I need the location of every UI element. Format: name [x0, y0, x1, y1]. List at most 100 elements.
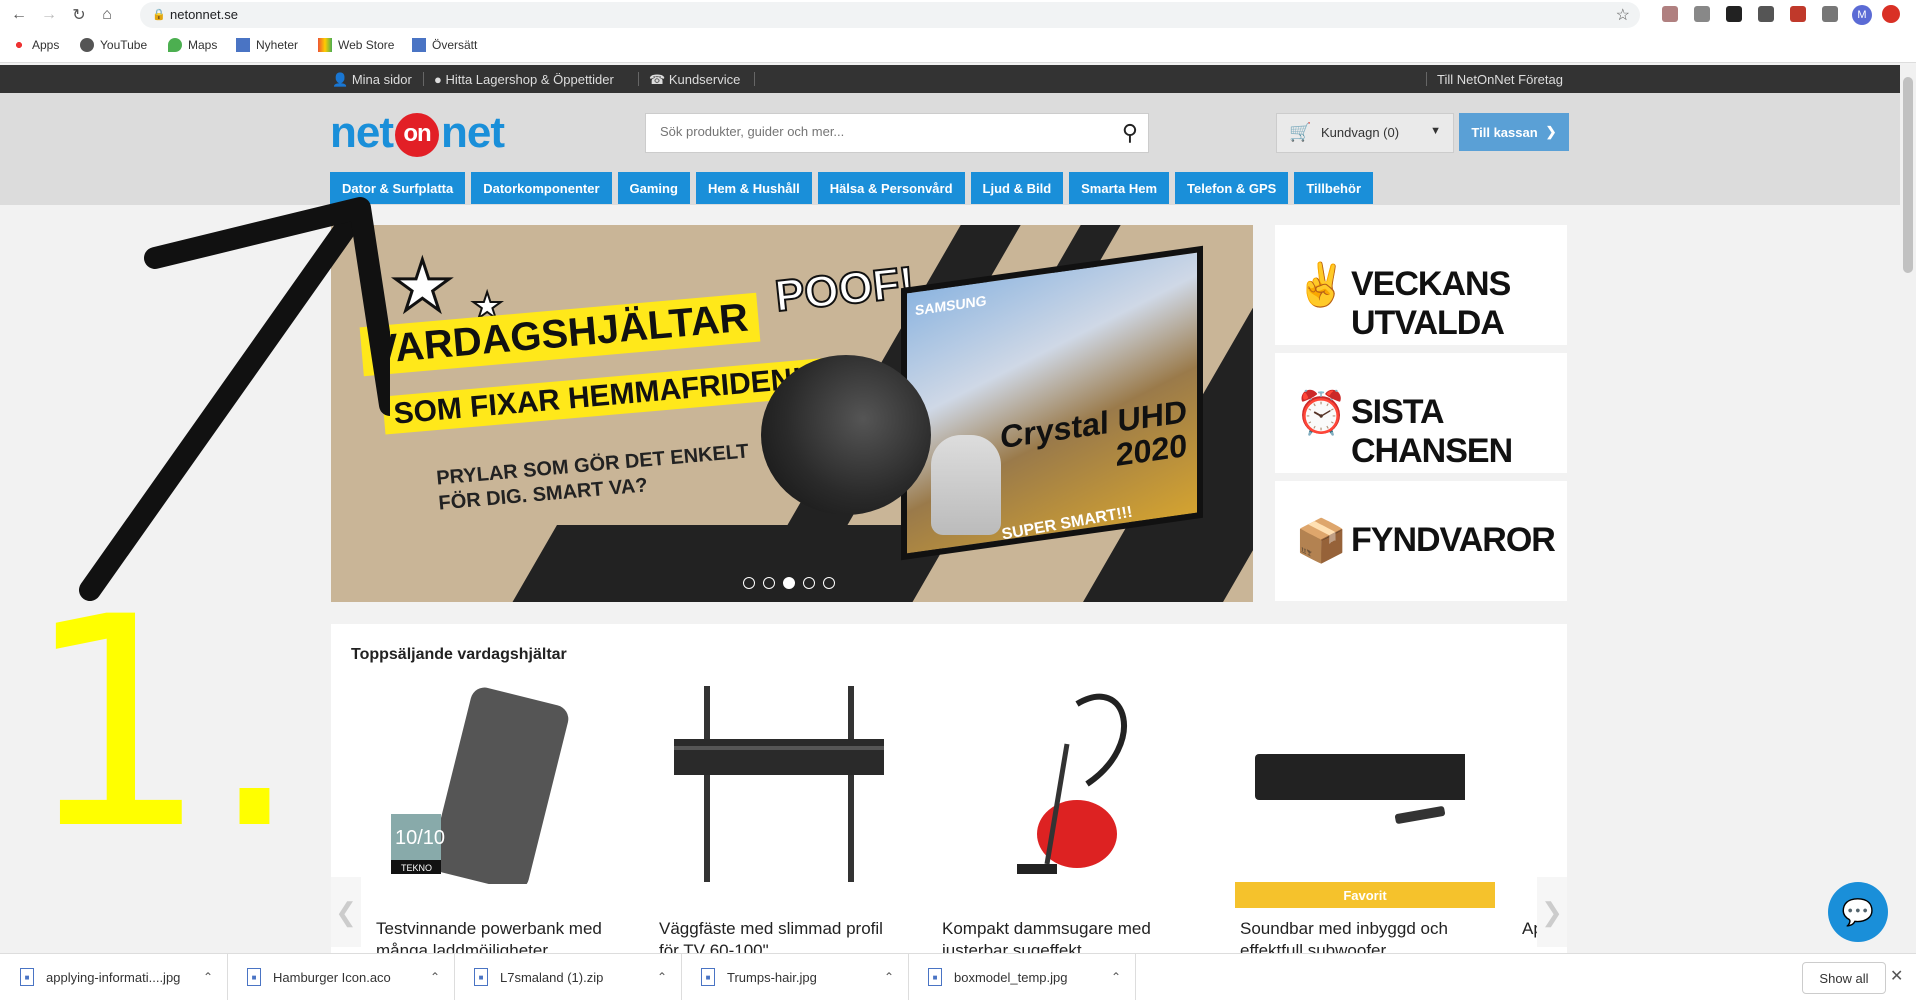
category-telefon-gps[interactable]: Telefon & GPS — [1175, 172, 1289, 204]
file-icon: ■ — [247, 968, 261, 986]
file-icon: ■ — [20, 968, 34, 986]
download-item[interactable]: ■ Trumps-hair.jpg ⌃ — [681, 954, 909, 1000]
alarm-clock-icon: ⏰ — [1295, 389, 1348, 436]
netonnet-logo[interactable]: net on net — [330, 108, 505, 158]
favorit-badge: Favorit — [1235, 882, 1495, 908]
site-topbar: 👤 Mina sidor ● Hitta Lagershop & Öppetti… — [0, 65, 1900, 93]
chevron-up-icon[interactable]: ⌃ — [430, 970, 440, 984]
back-icon[interactable]: ← — [8, 4, 30, 26]
carousel-dot[interactable] — [823, 577, 835, 589]
scroll-thumb[interactable] — [1903, 77, 1913, 273]
globe-icon — [80, 38, 94, 52]
section-title: Toppsäljande vardagshjältar — [351, 646, 567, 663]
foretag-link[interactable]: Till NetOnNet Företag — [1437, 72, 1563, 87]
carousel-next-button[interactable]: ❯ — [1537, 877, 1567, 947]
badge-source: TEKNO — [401, 863, 432, 873]
url-text[interactable]: netonnet.se — [170, 7, 238, 22]
divider — [754, 72, 755, 86]
checkout-button[interactable]: Till kassan ❯ — [1459, 113, 1569, 151]
carousel-dot[interactable] — [803, 577, 815, 589]
extension-icon[interactable] — [1790, 6, 1806, 22]
wall-mount-image — [674, 686, 884, 882]
bookmark-maps[interactable]: Maps — [168, 38, 217, 52]
category-hem-hushall[interactable]: Hem & Hushåll — [695, 172, 812, 204]
divider — [423, 72, 424, 86]
page-scrollbar[interactable] — [1900, 65, 1916, 953]
carousel-dot[interactable] — [743, 577, 755, 589]
product-name[interactable]: Soundbar med inbyggd och effektfull subw… — [1240, 918, 1485, 954]
home-icon[interactable]: ⌂ — [96, 4, 118, 26]
search-box: ⚲ — [645, 113, 1149, 153]
download-bar: ■ applying-informati....jpg ⌃ ■ Hamburger I… — [0, 953, 1916, 1000]
puzzle-icon[interactable] — [1822, 6, 1838, 22]
tv-model: Crystal UHD 2020 — [1000, 393, 1187, 474]
maps-pin-icon — [168, 38, 182, 52]
banner-stripe — [505, 525, 957, 602]
tile-veckans-utvalda[interactable]: ✌ VECKANS UTVALDA — [1275, 225, 1567, 345]
chevron-up-icon[interactable]: ⌃ — [884, 970, 894, 984]
download-item[interactable]: ■ boxmodel_temp.jpg ⌃ — [908, 954, 1136, 1000]
carousel-dots — [743, 577, 835, 589]
cart-label: Kundvagn (0) — [1321, 125, 1400, 140]
tile-fyndvaror[interactable]: 📦 FYNDVAROR — [1275, 481, 1567, 601]
product-name[interactable]: Väggfäste med slimmad profil för TV 60-1… — [659, 918, 904, 954]
chevron-up-icon[interactable]: ⌃ — [1111, 970, 1121, 984]
address-bar[interactable]: 🔒 netonnet.se ☆ — [140, 2, 1640, 28]
carousel-dot[interactable] — [763, 577, 775, 589]
category-nav: Dator & Surfplatta Datorkomponenter Gami… — [330, 172, 1373, 204]
chevron-up-icon[interactable]: ⌃ — [203, 970, 213, 984]
category-datorkomponenter[interactable]: Datorkomponenter — [471, 172, 612, 204]
category-tillbehor[interactable]: Tillbehör — [1294, 172, 1373, 204]
product-name[interactable]: Testvinnande powerbank med många laddmöj… — [376, 918, 621, 954]
tile-sista-chansen[interactable]: ⏰ SISTA CHANSEN — [1275, 353, 1567, 473]
carousel-dot-active[interactable] — [783, 577, 795, 589]
star-icon: ★ — [390, 246, 456, 327]
bookmark-apps[interactable]: Apps — [12, 38, 59, 52]
extension-icon[interactable] — [1662, 6, 1678, 22]
translate-icon — [412, 38, 426, 52]
chevron-up-icon[interactable]: ⌃ — [657, 970, 667, 984]
download-item[interactable]: ■ Hamburger Icon.aco ⌃ — [227, 954, 455, 1000]
download-item[interactable]: ■ L7smaland (1).zip ⌃ — [454, 954, 682, 1000]
hitta-lagershop-link[interactable]: ● Hitta Lagershop & Öppettider — [434, 72, 614, 87]
category-ljud-bild[interactable]: Ljud & Bild — [970, 172, 1064, 204]
cart-button[interactable]: 🛒 Kundvagn (0) ▼ — [1276, 113, 1454, 153]
hero-text: PRYLAR SOM GÖR DET ENKELT FÖR DIG. SMART … — [435, 440, 750, 515]
forward-icon[interactable]: → — [38, 4, 60, 26]
hero-banner[interactable]: ★ ★ VARDAGSHJÄLTAR SOM FIXAR HEMMAFRIDEN… — [331, 225, 1253, 602]
bookmark-youtube[interactable]: YouTube — [80, 38, 147, 52]
menu-icon[interactable] — [1882, 5, 1900, 23]
product-name[interactable]: Kompakt dammsugare med justerbar sugeffe… — [942, 918, 1187, 954]
close-icon[interactable]: ✕ — [1890, 966, 1903, 986]
webstore-icon — [318, 38, 332, 52]
mina-sidor-link[interactable]: 👤 Mina sidor — [332, 72, 412, 88]
bookmark-star-icon[interactable]: ☆ — [1616, 5, 1630, 25]
file-icon: ■ — [928, 968, 942, 986]
bookmark-translate[interactable]: Översätt — [412, 38, 477, 52]
extension-icon[interactable] — [1726, 6, 1742, 22]
search-icon[interactable]: ⚲ — [1122, 120, 1138, 146]
carousel-prev-button[interactable]: ❮ — [331, 877, 361, 947]
search-input[interactable] — [658, 123, 1092, 140]
soundbar-image — [1255, 754, 1465, 824]
apps-grid-icon — [12, 38, 26, 52]
powerbank-image: 10/10 TEKNO — [391, 687, 569, 884]
news-icon — [236, 38, 250, 52]
category-smarta-hem[interactable]: Smarta Hem — [1069, 172, 1170, 204]
divider — [638, 72, 639, 86]
tv-brand: SAMSUNG — [915, 292, 987, 319]
zip-icon: ■ — [474, 968, 488, 986]
profile-avatar[interactable]: M — [1852, 5, 1872, 25]
show-all-button[interactable]: Show all — [1802, 962, 1886, 994]
bookmark-webstore[interactable]: Web Store — [318, 38, 394, 52]
category-halsa-personvard[interactable]: Hälsa & Personvård — [817, 172, 965, 204]
robot-vacuum-image — [761, 355, 931, 515]
extension-icon[interactable] — [1694, 6, 1710, 22]
kundservice-link[interactable]: ☎ Kundservice — [649, 72, 740, 88]
chat-button[interactable]: 💬 — [1828, 882, 1888, 942]
reload-icon[interactable]: ↻ — [68, 4, 90, 26]
extension-icon[interactable] — [1758, 6, 1774, 22]
category-gaming[interactable]: Gaming — [617, 172, 690, 204]
download-item[interactable]: ■ applying-informati....jpg ⌃ — [0, 954, 228, 1000]
bookmark-nyheter[interactable]: Nyheter — [236, 38, 298, 52]
